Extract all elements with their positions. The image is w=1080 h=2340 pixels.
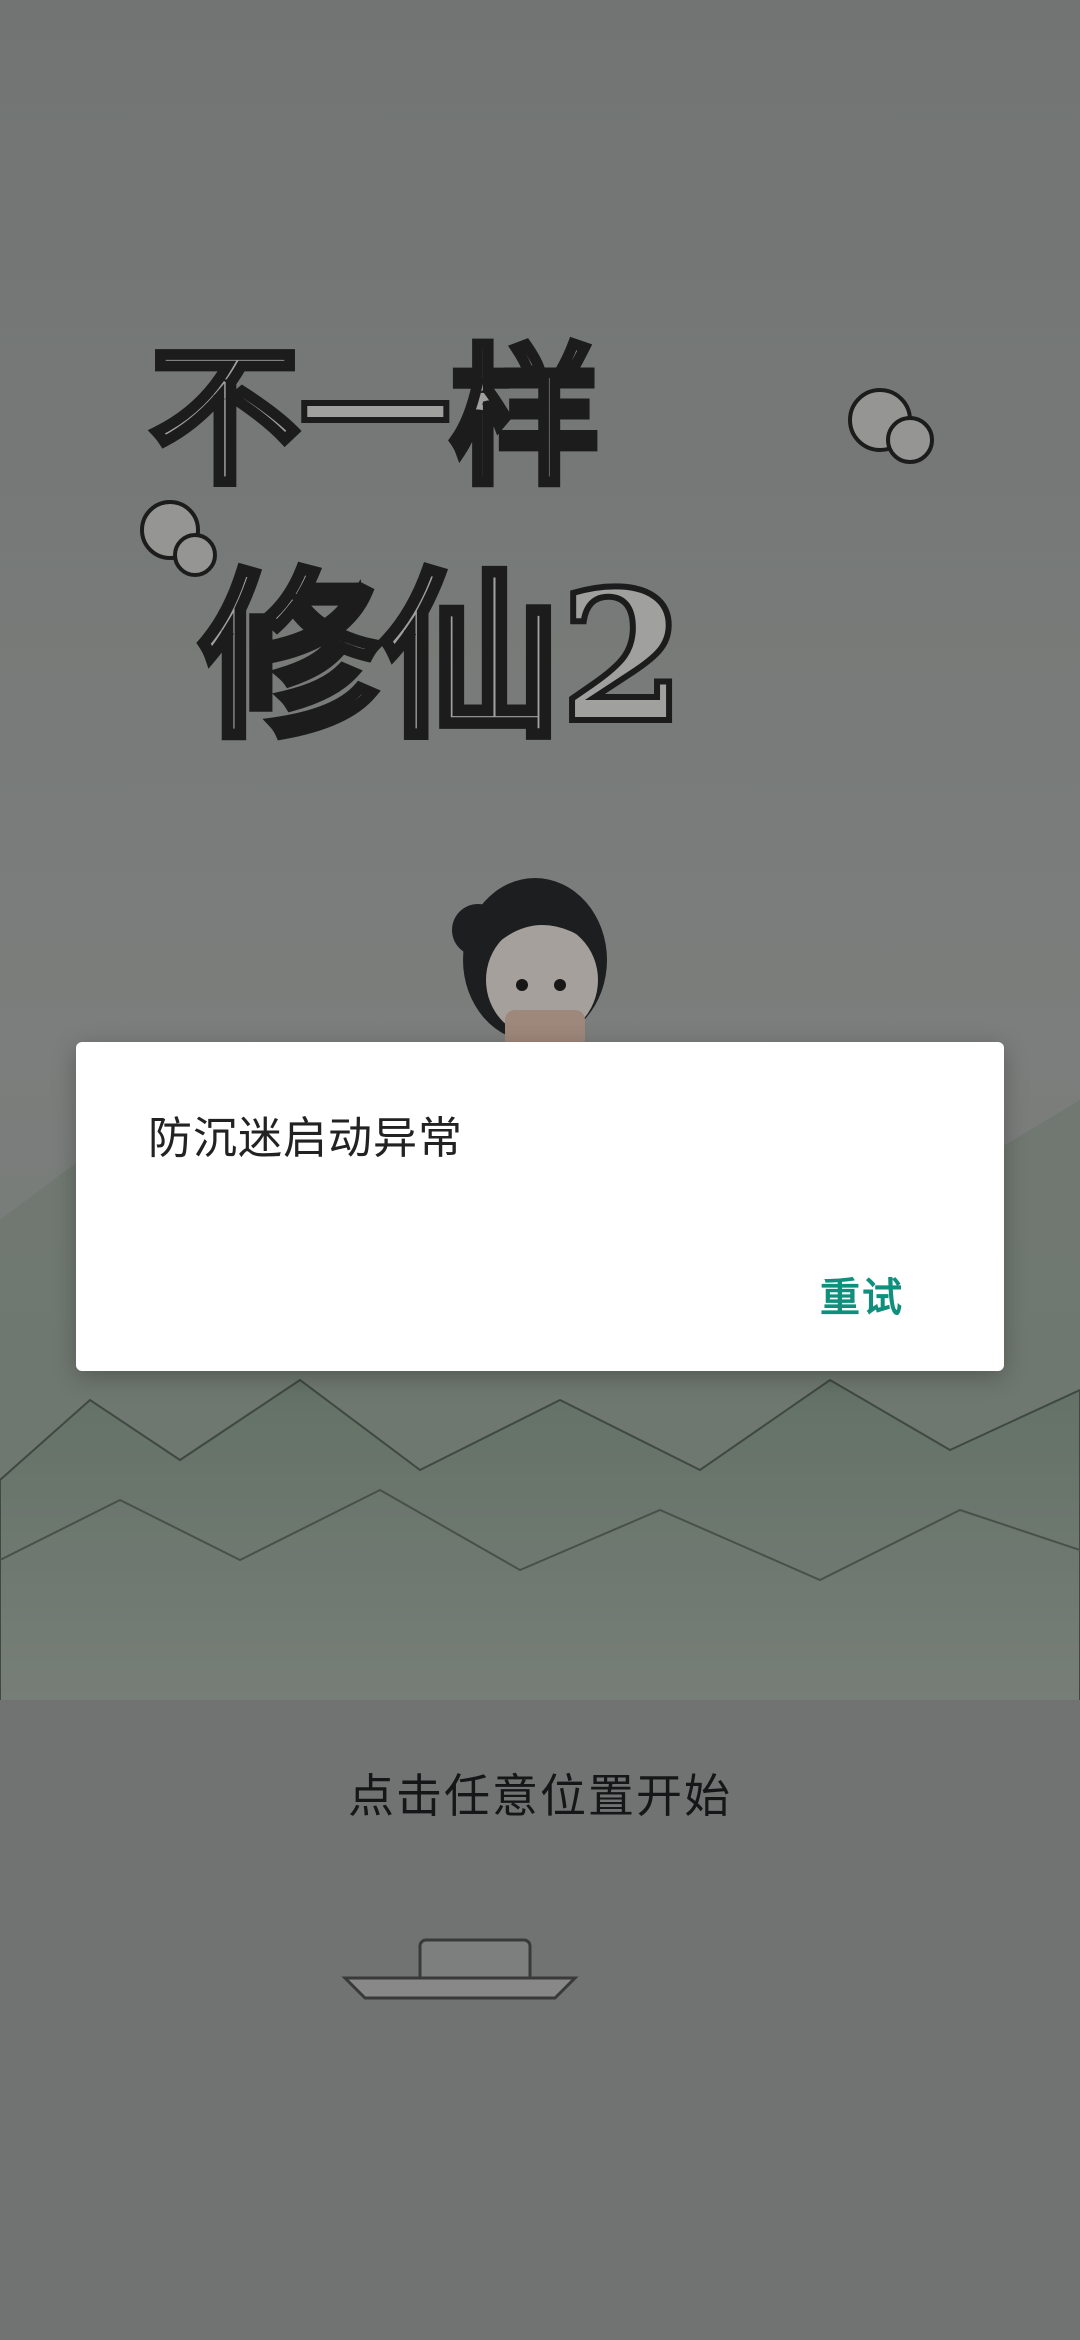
dialog-message: 防沉迷启动异常: [148, 1113, 463, 1164]
error-dialog: 防沉迷启动异常 重试: [76, 1042, 1004, 1371]
retry-button[interactable]: 重试: [808, 1257, 916, 1331]
